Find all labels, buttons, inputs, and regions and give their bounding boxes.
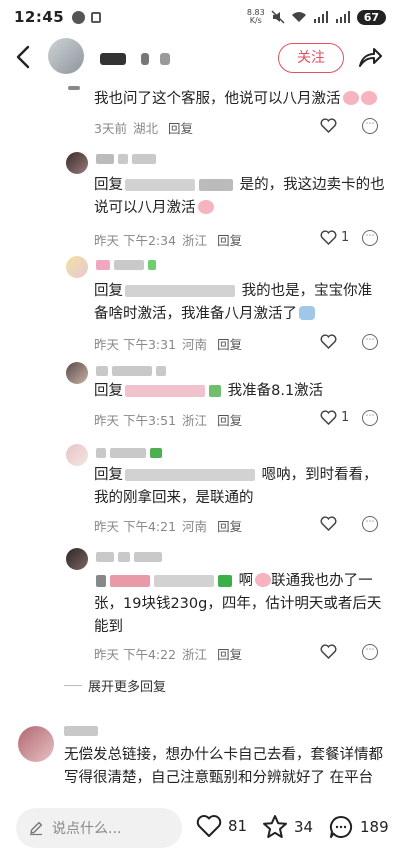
avatar[interactable] [66,256,88,278]
reply-username[interactable] [96,446,162,460]
reply-text: 啊 [238,573,254,589]
avatar [68,86,80,90]
more-options-icon[interactable]: ⋯ [362,410,378,426]
crying-emoji-icon [255,573,272,587]
author-name[interactable] [100,48,190,65]
mute-icon [271,10,285,24]
more-options-icon[interactable]: ⋯ [362,644,378,660]
heart-icon [320,118,337,133]
like-button[interactable] [320,516,337,531]
favorite-button[interactable]: 34 [262,814,313,839]
avatar[interactable] [18,726,54,762]
avatar[interactable] [66,152,88,174]
reply-location: 浙江 [182,413,208,428]
reply-prefix: 回复 [94,283,123,299]
expand-replies-button[interactable]: 展开更多回复 [64,676,166,695]
like-count: 1 [341,410,350,425]
reply-button[interactable]: 回复 [217,410,242,429]
notification-icon [72,10,86,24]
comment-feed: 我也问了这个客服，他说可以八月激活 3天前 湖北 回复 ⋯ 回复 是的，我这边卖… [0,80,400,792]
reply-username[interactable] [96,550,162,564]
more-options-icon[interactable]: ⋯ [362,230,378,246]
crying-emoji-icon [197,200,214,214]
share-icon[interactable] [357,45,383,69]
like-button[interactable]: 1 [320,230,349,245]
reply-location: 河南 [182,337,208,352]
avatar[interactable] [66,548,88,570]
wifi-icon [291,12,306,22]
like-post-button[interactable]: 81 [196,814,247,838]
reply-text: 我也问了这个客服，他说可以八月激活 [94,91,341,107]
comment-bubble-icon [329,815,353,838]
heart-icon [320,230,337,245]
comment-input-placeholder: 说点什么... [52,821,122,837]
battery-indicator: 67 [356,9,386,25]
reply-prefix: 回复 [94,383,123,399]
status-bar: 12:45 8.83 K/s 67 [0,0,400,34]
reply-time: 昨天 下午4:22 [94,647,177,662]
like-button[interactable] [320,118,337,133]
reply-button[interactable]: 回复 [217,230,242,249]
heart-icon [320,516,337,531]
star-icon [263,815,287,838]
reply-text: 我准备8.1激活 [227,383,324,399]
more-options-icon[interactable]: ⋯ [362,516,378,532]
comment-username[interactable] [64,726,98,736]
comments-button[interactable]: 189 [328,814,389,840]
heart-icon [320,644,337,659]
avatar[interactable] [66,362,88,384]
reply-button[interactable]: 回复 [217,644,242,663]
sweat-emoji-icon [299,306,315,320]
divider [64,685,82,686]
like-button[interactable] [320,334,337,349]
comment-text: 无偿发总链接，想办什么卡自己去看，套餐详情都写得很清楚，自己注意甄别和分辨就好了… [64,747,383,786]
follow-button[interactable]: 关注 [278,43,344,73]
expand-replies-label: 展开更多回复 [88,680,167,695]
top-level-comment: 无偿发总链接，想办什么卡自己去看，套餐详情都写得很清楚，自己注意甄别和分辨就好了… [0,712,400,792]
pencil-icon [30,821,43,836]
reply-location: 浙江 [182,647,208,662]
reply-username[interactable] [96,364,166,378]
avatar[interactable] [66,444,88,466]
reply-location: 湖北 [132,121,158,136]
favorite-count: 34 [294,817,314,836]
reply-prefix: 回复 [94,177,123,193]
back-arrow-icon[interactable] [12,44,34,70]
comment-input[interactable]: 说点什么... [16,808,182,848]
comment-count: 189 [360,818,389,836]
lock-icon [91,11,102,23]
signal-icon [313,11,328,23]
reply-time: 昨天 下午3:31 [94,337,177,352]
heart-icon [196,815,222,837]
reply-time: 3天前 [94,121,127,136]
post-header: 关注 [0,34,400,80]
reply-username[interactable] [96,258,156,272]
more-options-icon[interactable]: ⋯ [362,118,378,134]
reply-time: 昨天 下午3:51 [94,413,177,428]
reply-button[interactable]: 回复 [168,118,193,137]
author-avatar[interactable] [48,38,84,74]
reply-time: 昨天 下午2:34 [94,233,177,248]
like-count: 81 [228,817,248,835]
like-count: 1 [341,230,350,245]
heart-icon [320,410,337,425]
like-button[interactable]: 1 [320,410,349,425]
reply-button[interactable]: 回复 [217,516,242,535]
net-speed: 8.83 K/s [246,8,265,25]
reply-time: 昨天 下午4:21 [94,519,177,534]
heart-icon [320,334,337,349]
reply-prefix: 回复 [94,467,123,483]
pig-emoji-icon [342,91,359,105]
status-time: 12:45 [14,8,65,26]
reply-location: 河南 [182,519,208,534]
like-button[interactable] [320,644,337,659]
bottom-action-bar: 说点什么... 81 34 189 [0,798,400,858]
more-options-icon[interactable]: ⋯ [362,334,378,350]
signal-icon-2 [335,11,350,23]
reply-button[interactable]: 回复 [217,334,242,353]
pig-emoji-icon [360,91,377,105]
reply-username[interactable] [96,152,156,166]
reply-location: 浙江 [182,233,208,248]
